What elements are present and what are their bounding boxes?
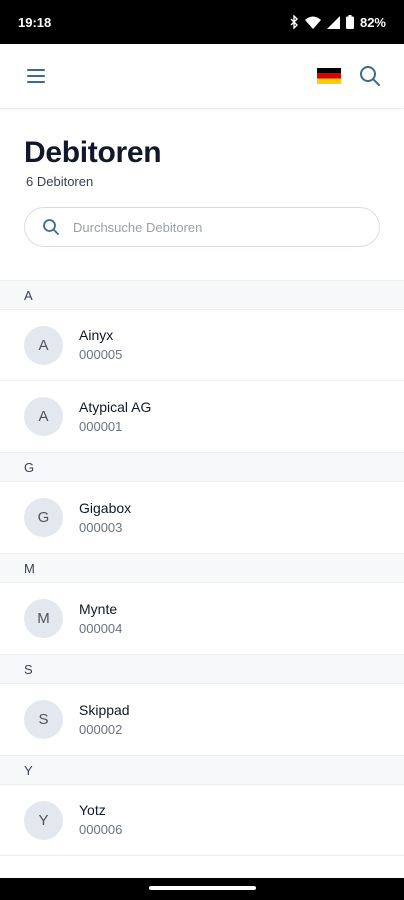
debtor-name: Gigabox (79, 499, 132, 516)
search-field-icon (43, 219, 59, 235)
debtor-number: 000001 (79, 418, 123, 434)
list-item[interactable]: Y Yotz 000006 (0, 785, 404, 856)
section-letter: A (24, 287, 33, 303)
avatar: S (24, 700, 63, 739)
avatar: M (24, 599, 63, 638)
section-letter: S (24, 661, 33, 677)
section-letter: Y (24, 762, 33, 778)
debtor-name: Mynte (79, 600, 118, 617)
debtor-name: Skippad (79, 701, 130, 718)
list-item[interactable]: A Ainyx 000005 (0, 310, 404, 381)
section-letter: G (24, 459, 35, 475)
home-indicator[interactable] (149, 886, 256, 890)
avatar: A (24, 397, 63, 436)
section-header-a: A (0, 280, 404, 310)
list-item[interactable]: M Mynte 000004 (0, 583, 404, 654)
debtor-number: 000002 (79, 721, 123, 737)
avatar: A (24, 325, 63, 365)
section-header-g: G (0, 452, 404, 482)
debtor-number: 000005 (79, 347, 123, 362)
avatar: G (24, 498, 63, 537)
list-item[interactable]: S Skippad 000002 (0, 684, 404, 755)
debtor-name: Ainyx (79, 327, 114, 343)
avatar: Y (24, 800, 63, 840)
debtor-name: Yotz (79, 802, 106, 818)
page-title: Debitoren (24, 136, 162, 169)
search-icon[interactable] (358, 64, 382, 88)
page-subtitle: 6 Debitoren (26, 174, 94, 189)
debtor-name: Atypical AG (79, 398, 152, 415)
battery-percent: 82% (359, 14, 386, 30)
section-header-y: Y (0, 755, 404, 785)
list-item[interactable]: A Atypical AG 000001 (0, 381, 404, 452)
wifi-icon (304, 16, 321, 29)
search-input[interactable] (71, 218, 355, 236)
debtor-number: 000004 (79, 620, 123, 636)
status-time: 19:18 (18, 14, 52, 30)
debtor-list: A A Ainyx 000005 A Atypical AG 000001 G … (0, 280, 404, 856)
section-header-s: S (0, 654, 404, 684)
debtor-number: 000006 (79, 822, 123, 837)
hamburger-menu-icon[interactable] (24, 66, 48, 86)
app-bar (0, 44, 404, 109)
list-item[interactable]: G Gigabox 000003 (0, 482, 404, 553)
debtor-number: 000003 (79, 519, 123, 535)
status-icons: 82% (289, 15, 386, 30)
section-header-m: M (0, 553, 404, 583)
bluetooth-icon (290, 15, 298, 29)
signal-icon (326, 15, 340, 29)
status-bar: 19:18 82% (0, 0, 404, 44)
search-field[interactable] (24, 207, 380, 247)
section-letter: M (24, 560, 35, 576)
battery-icon (345, 15, 354, 29)
germany-flag-icon[interactable] (317, 68, 341, 84)
